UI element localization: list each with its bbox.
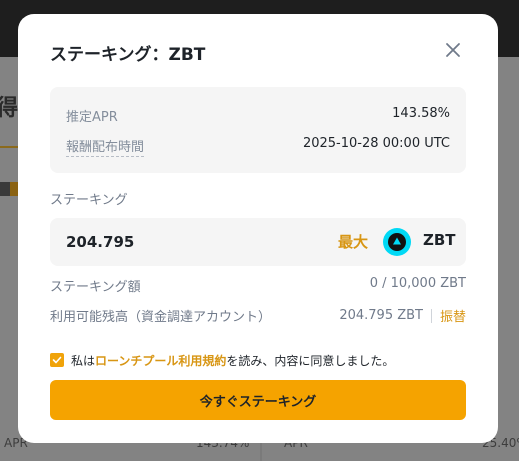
amount-field[interactable]: 最大 ZBT (50, 218, 466, 266)
available-balance-value-group: 204.795 ZBT 振替 (339, 306, 466, 325)
available-balance-label: 利用可能残高（資金調達アカウント） (50, 310, 272, 325)
stake-amount-row: ステーキング額 0 / 10,000 ZBT (50, 276, 466, 296)
info-panel: 推定APR 143.58% 報酬配布時間 2025-10-28 00:00 UT… (50, 87, 466, 173)
modal-title: ステーキング：ZBT (50, 45, 206, 65)
stake-now-button[interactable]: 今すぐステーキング (50, 380, 466, 420)
amount-input[interactable] (66, 231, 306, 253)
terms-link[interactable]: ローンチプール利用規約 (95, 352, 226, 369)
staking-modal: ステーキング：ZBT 推定APR 143.58% 報酬配布時間 2025-10-… (18, 14, 498, 443)
stake-amount-label: ステーキング額 (50, 280, 141, 295)
staking-label: ステーキング (50, 193, 128, 208)
transfer-link[interactable]: 振替 (440, 306, 466, 325)
agreement-suffix: を読み、内容に同意しました。 (226, 353, 395, 368)
apr-row: 推定APR 143.58% (66, 106, 450, 126)
apr-label: 推定APR (66, 110, 118, 125)
divider (430, 308, 432, 323)
distribution-row: 報酬配布時間 2025-10-28 00:00 UTC (66, 136, 450, 157)
stake-amount-value: 0 / 10,000 ZBT (369, 276, 466, 291)
distribution-value: 2025-10-28 00:00 UTC (302, 136, 450, 151)
available-balance-value: 204.795 ZBT (339, 308, 423, 323)
background-heading: 得 (0, 96, 19, 121)
agreement-prefix: 私は (71, 353, 96, 368)
agreement-checkbox[interactable] (50, 353, 64, 367)
agreement-row: 私は ローンチプール利用規約 を読み、内容に同意しました。 (50, 350, 466, 370)
background-badge-accent (10, 182, 18, 196)
max-button[interactable]: 最大 (338, 231, 368, 252)
close-icon[interactable] (443, 40, 463, 60)
available-balance-row: 利用可能残高（資金調達アカウント） 204.795 ZBT 振替 (50, 306, 466, 326)
apr-value: 143.58% (392, 106, 450, 121)
zbt-token-icon (383, 228, 411, 256)
distribution-label[interactable]: 報酬配布時間 (66, 136, 145, 157)
token-name: ZBT (423, 231, 456, 249)
